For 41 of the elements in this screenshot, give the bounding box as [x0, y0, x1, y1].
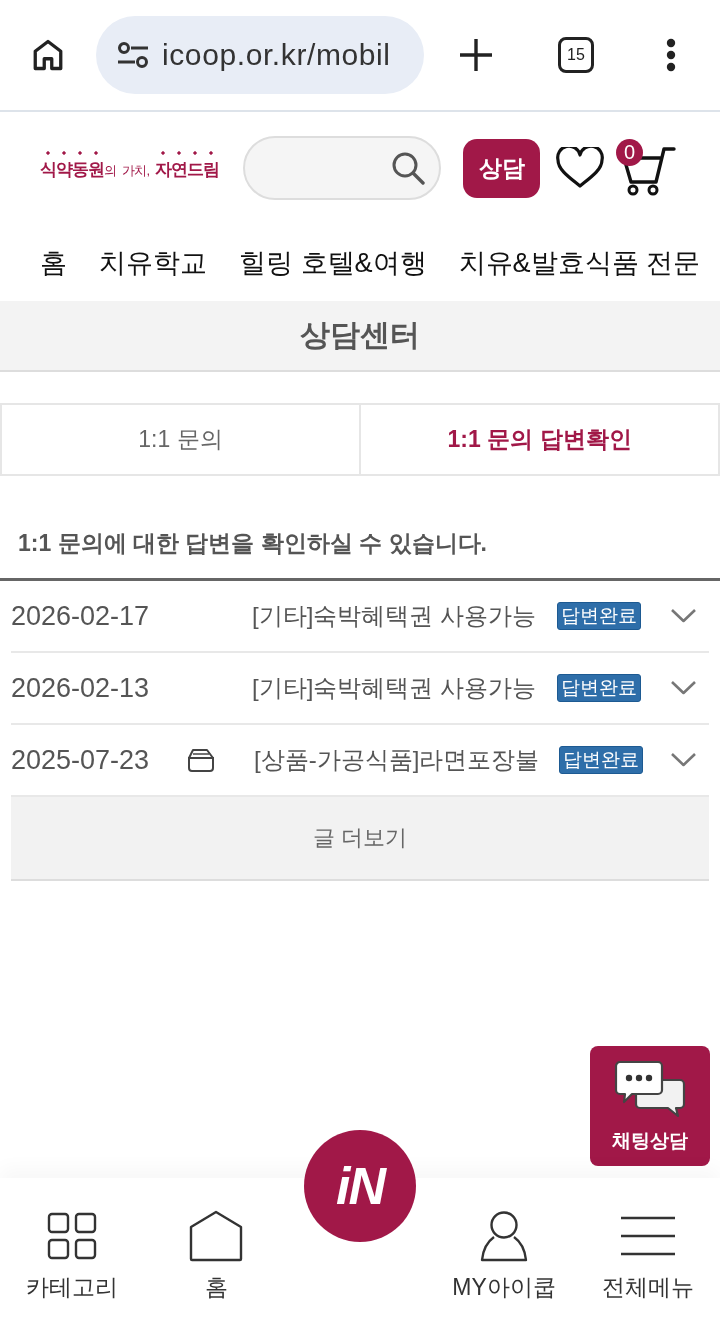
more-options-icon[interactable] — [666, 38, 676, 72]
description-text: 1:1 문의에 대한 답변을 확인하실 수 있습니다. — [18, 529, 487, 558]
chat-consult-button[interactable]: 채팅상담 — [590, 1046, 710, 1166]
load-more-button[interactable]: 글 더보기 — [11, 797, 709, 881]
nav-link[interactable]: 치유학교 — [99, 245, 207, 280]
menu-icon — [620, 1216, 676, 1256]
chat-bubbles-icon — [614, 1060, 686, 1118]
status-badge: 답변완료 — [557, 674, 641, 702]
grid-icon — [47, 1212, 97, 1260]
inquiry-date: 2025-07-23 — [11, 744, 151, 776]
status-badge: 답변완료 — [557, 602, 641, 630]
bottom-nav-item[interactable]: 카테고리 — [0, 1178, 144, 1336]
bottom-nav-item[interactable]: 전체메뉴 — [576, 1178, 720, 1336]
search-icon[interactable] — [391, 151, 425, 185]
page-title: 상담센터 — [300, 317, 420, 353]
home-icon — [189, 1210, 243, 1262]
inquiry-title[interactable]: [상품-가공식품]라면포장불 — [254, 744, 559, 776]
person-icon — [480, 1210, 528, 1262]
bottom-nav-item[interactable]: MY아이쿱 — [432, 1178, 576, 1336]
logo-button[interactable]: iN — [304, 1130, 416, 1242]
chevron-icon[interactable] — [670, 608, 697, 624]
chevron-icon[interactable] — [670, 680, 697, 696]
inquiry-title[interactable]: [기타]숙박혜택권 사용가능 — [252, 600, 557, 632]
cart-count-badge: 0 — [616, 139, 643, 166]
consult-button[interactable]: 상담 — [463, 138, 540, 198]
nav-link[interactable]: 힐링 호텔&여행 — [239, 245, 427, 280]
inquiry-date: 2026-02-13 — [11, 672, 151, 704]
bottom-nav-item[interactable]: 홈 — [144, 1178, 288, 1336]
logo[interactable]: 식약동원의 가치, 자연드림 — [40, 148, 219, 188]
nav-link[interactable]: 치유&발효식품 전문 — [458, 245, 701, 280]
heart-icon[interactable] — [556, 147, 604, 189]
chevron-icon[interactable] — [670, 752, 697, 768]
address-bar[interactable]: icoop.or.kr/mobil — [96, 16, 424, 94]
inquiry-title[interactable]: [기타]숙박혜택권 사용가능 — [252, 672, 557, 704]
status-badge: 답변완료 — [559, 746, 643, 774]
tab-count-button[interactable]: 15 — [558, 37, 594, 73]
url-text: icoop.or.kr/mobil — [162, 38, 391, 72]
site-settings-icon[interactable] — [116, 40, 150, 70]
inquiry-date: 2026-02-17 — [11, 600, 151, 632]
nav-link[interactable]: 홈 — [40, 245, 67, 280]
plus-icon[interactable] — [458, 37, 494, 73]
